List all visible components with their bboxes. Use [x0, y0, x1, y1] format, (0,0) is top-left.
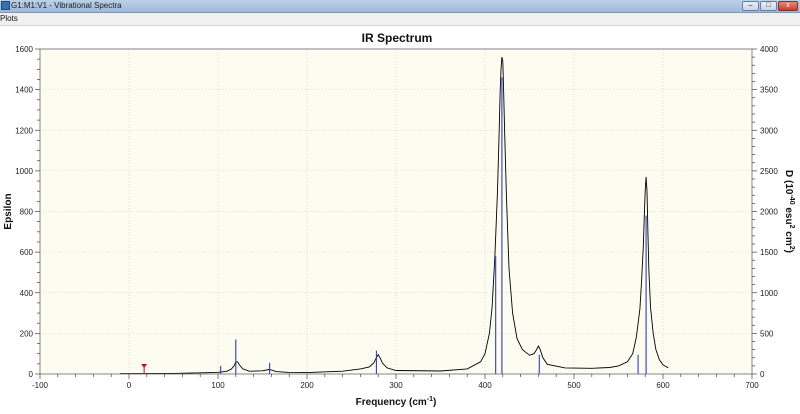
- y2-tick-label: 0: [760, 370, 765, 379]
- y2-tick-label: 3500: [760, 86, 778, 95]
- chart-title: IR Spectrum: [362, 31, 433, 45]
- y2-tick-label: 1500: [760, 248, 778, 257]
- x-tick-label: 600: [656, 381, 670, 390]
- ir-spectrum-chart[interactable]: IR Spectrum -100 0 100 200 300 400 500 600 70002…: [0, 26, 800, 414]
- minimize-button[interactable]: –: [742, 1, 759, 11]
- maximize-button[interactable]: □: [760, 1, 777, 11]
- x-tick-label: 100: [211, 381, 225, 390]
- x-tick-label: 500: [567, 381, 581, 390]
- close-button[interactable]: x: [778, 1, 798, 11]
- y-tick-label: 1600: [15, 45, 33, 54]
- y-tick-label: 0: [29, 370, 34, 379]
- window-title: G1:M1:V1 - Vibrational Spectra: [11, 1, 122, 10]
- chart-area: IR Spectrum -100 0 100 200 300 400 500 600 700 0 2…: [0, 26, 800, 414]
- menu-bar: Plots: [0, 13, 800, 26]
- x-tick-label: 300: [389, 381, 403, 390]
- y2-axis-label: D (10-40 esu2 cm2): [783, 170, 795, 253]
- y-tick-label: 600: [20, 248, 34, 257]
- y-tick-label: 200: [20, 329, 34, 338]
- menu-item-plots[interactable]: Plots: [0, 13, 18, 25]
- y-tick-label: 1400: [15, 86, 33, 95]
- y-tick-label: 400: [20, 289, 34, 298]
- y2-tick-label: 500: [760, 329, 774, 338]
- x-tick-label: 700: [745, 381, 759, 390]
- x-axis-label: Frequency (cm-1): [356, 396, 437, 408]
- x-tick-label: -100: [32, 381, 49, 390]
- y2-tick-label: 3000: [760, 126, 778, 135]
- app-icon: [1, 1, 10, 10]
- y-tick-label: 800: [20, 208, 34, 217]
- y-axis-label: Epsilon: [3, 193, 14, 229]
- window-titlebar[interactable]: G1:M1:V1 - Vibrational Spectra – □ x: [0, 0, 800, 13]
- y2-tick-label: 1000: [760, 289, 778, 298]
- y2-tick-label: 2500: [760, 167, 778, 176]
- y2-tick-label: 4000: [760, 45, 778, 54]
- y2-tick-label: 2000: [760, 208, 778, 217]
- x-tick-label: 200: [300, 381, 314, 390]
- x-tick-label: 400: [478, 381, 492, 390]
- y-tick-label: 1200: [15, 126, 33, 135]
- x-tick-label: 0: [127, 381, 132, 390]
- y-tick-label: 1000: [15, 167, 33, 176]
